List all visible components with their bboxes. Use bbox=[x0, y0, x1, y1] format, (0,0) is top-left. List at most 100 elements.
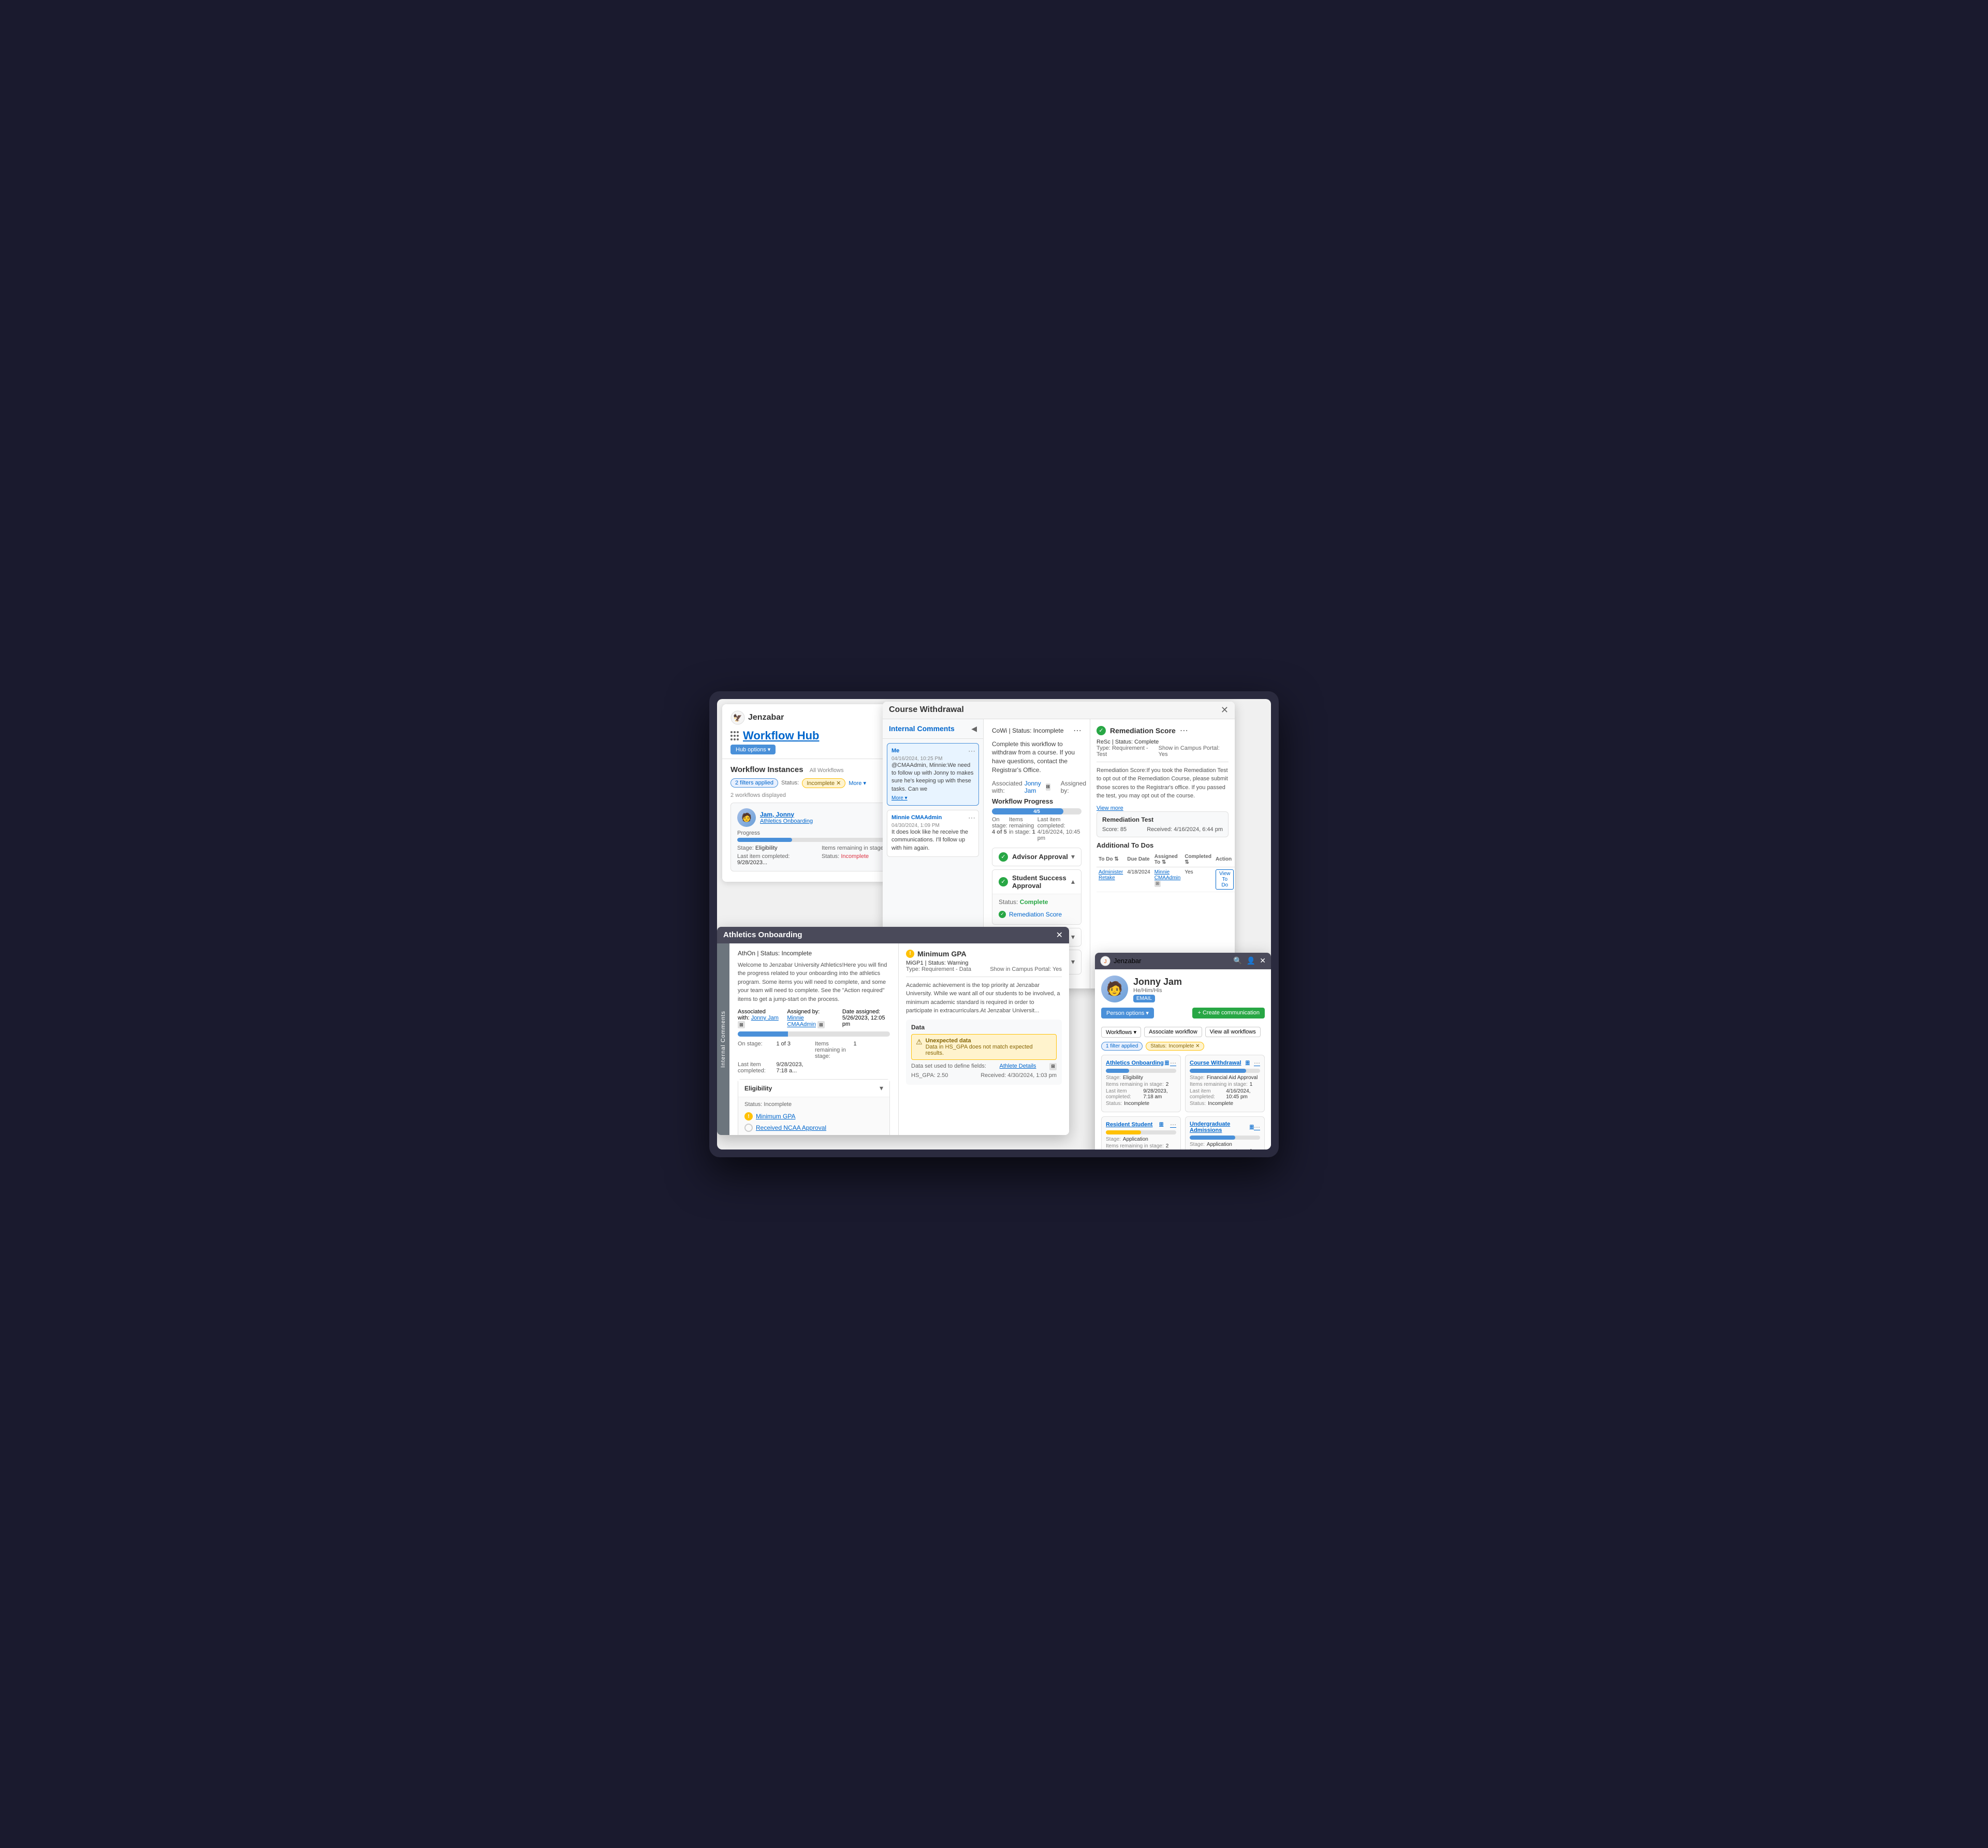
svg-text:J: J bbox=[1104, 959, 1107, 965]
profile-filter-badge[interactable]: 1 filter applied bbox=[1101, 1042, 1143, 1051]
athletics-onboarding-panel: Athletics Onboarding ✕ Internal Comments… bbox=[717, 927, 1069, 1135]
avatar: 🧑 bbox=[737, 808, 756, 827]
associate-workflow-btn[interactable]: Associate workflow bbox=[1144, 1027, 1202, 1037]
mgpa-title: Minimum GPA bbox=[917, 950, 967, 958]
remed-type: Type: Requirement - Test bbox=[1097, 745, 1159, 758]
hub-options-button[interactable]: Hub options ▾ bbox=[730, 745, 776, 754]
profile-close-button[interactable]: ✕ bbox=[1260, 956, 1266, 965]
cw-title: Course Withdrawal bbox=[889, 705, 964, 715]
eligibility-chevron[interactable]: ▾ bbox=[880, 1084, 883, 1093]
search-button[interactable]: 🔍 bbox=[1233, 956, 1242, 965]
unexpected-data-text: Data in HS_GPA does not match expected r… bbox=[926, 1044, 1052, 1056]
mgpa-gpa-label: HS_GPA: 2.50 bbox=[911, 1072, 948, 1079]
profile-wf-card-cw: Course Withdrawal ⊞ ⋯ Stage: Financial A… bbox=[1185, 1055, 1265, 1112]
ath-assign-icon: ⊞ bbox=[817, 1021, 825, 1028]
remed-description: Remediation Score:If you took the Remedi… bbox=[1097, 766, 1229, 801]
ath-progress-fill bbox=[738, 1031, 788, 1037]
cw-status-bar: CoWi | Status: Incomplete ⋯ bbox=[992, 725, 1081, 736]
cw-associated-value[interactable]: Jonny Jam bbox=[1025, 780, 1044, 794]
cw-meta-row-1: Associated with: Jonny Jam ⊞ Assigned by… bbox=[992, 780, 1081, 794]
comment-menu-1[interactable]: ⋯ bbox=[968, 747, 975, 755]
stage-advisor-header[interactable]: ✓ Advisor Approval ▾ bbox=[992, 848, 1081, 866]
ath-item-ncaa: Received NCAA Approval bbox=[744, 1122, 883, 1133]
profile-wf-cw-title: Course Withdrawal ⊞ ⋯ bbox=[1190, 1059, 1260, 1067]
comment-header-1: Me ⋯ bbox=[891, 748, 974, 754]
comment-more-btn-1[interactable]: More ▾ bbox=[891, 795, 908, 801]
wp-bar-container: 4/5 bbox=[992, 808, 1081, 814]
col-todo[interactable]: To Do ⇅ bbox=[1097, 852, 1125, 867]
view-all-workflows-btn[interactable]: View all workflows bbox=[1205, 1027, 1261, 1037]
comment-timestamp-1: 04/16/2024, 10:25 PM bbox=[891, 756, 974, 762]
wf-card-menu-2[interactable]: ⋯ bbox=[1254, 1059, 1260, 1067]
person-options-btn[interactable]: Person options ▾ bbox=[1101, 1008, 1154, 1018]
wf-card-menu-3[interactable]: ⋯ bbox=[1170, 1121, 1176, 1128]
col-action: Action bbox=[1214, 852, 1235, 867]
close-button[interactable]: ✕ bbox=[1221, 705, 1229, 716]
wf-card-menu-4[interactable]: ⋯ bbox=[1254, 1124, 1260, 1131]
remed-view-more-btn[interactable]: View more bbox=[1097, 805, 1123, 811]
wf-undergrad-link-icon[interactable]: ⊞ bbox=[1250, 1124, 1254, 1130]
ath-close-btn[interactable]: ✕ bbox=[1056, 930, 1063, 940]
cw-more-options-btn[interactable]: ⋯ bbox=[1073, 725, 1081, 736]
advisor-chevron-btn[interactable]: ▾ bbox=[1071, 852, 1075, 861]
todos-table-body: Administer Retake 4/18/2024 Minnie CMAAd… bbox=[1097, 867, 1235, 892]
wf-card-link-icon[interactable]: ⊞ bbox=[1165, 1060, 1169, 1066]
mgpa-data-define-value[interactable]: Athlete Details bbox=[1000, 1063, 1036, 1070]
empty-circle-ncaa bbox=[744, 1124, 753, 1132]
ath-progress-bar bbox=[738, 1031, 890, 1037]
wf-meta: Stage: Eligibility Items remaining in st… bbox=[737, 845, 904, 866]
ath-main: AthOn | Status: Incomplete Welcome to Je… bbox=[729, 943, 898, 1135]
mingpa-link[interactable]: Minimum GPA bbox=[756, 1113, 795, 1120]
mgpa-status: MiGP1 | Status: Warning bbox=[906, 960, 1062, 966]
status-filter-tag[interactable]: Incomplete ✕ bbox=[802, 778, 845, 788]
remediation-score-link[interactable]: ✓ Remediation Score bbox=[999, 909, 1075, 920]
wp-bar-fill: 4/5 bbox=[992, 808, 1063, 814]
hub-title[interactable]: Workflow Hub bbox=[743, 729, 819, 743]
wf-card-menu-1[interactable]: ⋯ bbox=[1170, 1059, 1176, 1067]
todos-table-head: To Do ⇅ Due Date Assigned To ⇅ Completed… bbox=[1097, 852, 1235, 867]
col-assigned-to[interactable]: Assigned To ⇅ bbox=[1152, 852, 1183, 867]
remed-more-options[interactable]: ⋯ bbox=[1180, 725, 1188, 736]
col-completed[interactable]: Completed ⇅ bbox=[1182, 852, 1214, 867]
mgpa-data-section: Data ⚠ Unexpected data Data in HS_GPA do… bbox=[906, 1020, 1062, 1085]
ath-stage-eligibility-header[interactable]: Eligibility ▾ bbox=[738, 1080, 889, 1097]
ic-title: Internal Comments bbox=[889, 724, 955, 733]
unexpected-data-title: Unexpected data bbox=[926, 1038, 1052, 1044]
todo-due-date: 4/18/2024 bbox=[1125, 867, 1152, 892]
remediation-panel: ✓ Remediation Score ⋯ ReSc | Status: Com… bbox=[1090, 719, 1235, 988]
financial-aid-chevron-btn[interactable]: ▾ bbox=[1071, 957, 1075, 966]
ncaa-link[interactable]: Received NCAA Approval bbox=[756, 1124, 826, 1131]
profile-filter-row: 1 filter applied Status: Incomplete ✕ bbox=[1101, 1042, 1265, 1051]
comment-menu-2[interactable]: ⋯ bbox=[968, 813, 975, 822]
coach-chevron-btn[interactable]: ▾ bbox=[1071, 933, 1075, 941]
profile-user-button[interactable]: 👤 bbox=[1247, 956, 1255, 965]
view-to-do-btn[interactable]: View To Do bbox=[1216, 869, 1234, 890]
profile-body: 🧑 Jonny Jam He/Him/His EMAIL Person opti… bbox=[1095, 969, 1271, 1149]
wp-title: Workflow Progress bbox=[992, 797, 1081, 805]
ath-associated-value[interactable]: Jonny Jam bbox=[751, 1015, 779, 1021]
create-communication-btn[interactable]: + Create communication bbox=[1192, 1008, 1265, 1018]
wf-resident-link-icon[interactable]: ⊞ bbox=[1159, 1122, 1163, 1127]
comment-text-2: It does look like he receive the communi… bbox=[891, 828, 974, 852]
stage-student-success-header[interactable]: ✓ Student Success Approval ▴ bbox=[992, 870, 1081, 894]
ath-item-mingpa: ! Minimum GPA bbox=[744, 1111, 883, 1122]
alert-icon: ⚠ bbox=[916, 1038, 923, 1046]
more-filters-btn[interactable]: More ▾ bbox=[849, 780, 866, 787]
internal-comments-side-tab[interactable]: Internal Comments bbox=[717, 943, 729, 1135]
wf-cw-link-icon[interactable]: ⊞ bbox=[1246, 1060, 1250, 1066]
filters-applied-badge[interactable]: 2 filters applied bbox=[730, 778, 778, 788]
profile-wf-resident-progress-bar bbox=[1106, 1130, 1176, 1134]
col-due-date[interactable]: Due Date bbox=[1125, 852, 1152, 867]
cw-associated-item: Associated with: Jonny Jam ⊞ bbox=[992, 780, 1050, 794]
stage-item: Stage: Eligibility bbox=[737, 845, 820, 851]
mgpa-title-row: ! Minimum GPA bbox=[906, 950, 1062, 958]
profile-wf-card-athletics: Athletics Onboarding ⊞ ⋯ Stage: Eligibil… bbox=[1101, 1055, 1181, 1112]
mgpa-description: Academic achievement is the top priority… bbox=[906, 981, 1062, 1015]
profile-action-row: Person options ▾ + Create communication bbox=[1101, 1008, 1265, 1023]
workflows-tab[interactable]: Workflows ▾ bbox=[1101, 1027, 1141, 1038]
student-success-chevron-btn[interactable]: ▴ bbox=[1071, 877, 1075, 886]
profile-email-badge: EMAIL bbox=[1133, 995, 1155, 1002]
ic-collapse-btn[interactable]: ◀ bbox=[971, 724, 977, 733]
profile-wf-cw-progress-bar bbox=[1190, 1069, 1260, 1073]
ath-assigned-value[interactable]: Minnie CMAAdmin bbox=[787, 1015, 816, 1028]
